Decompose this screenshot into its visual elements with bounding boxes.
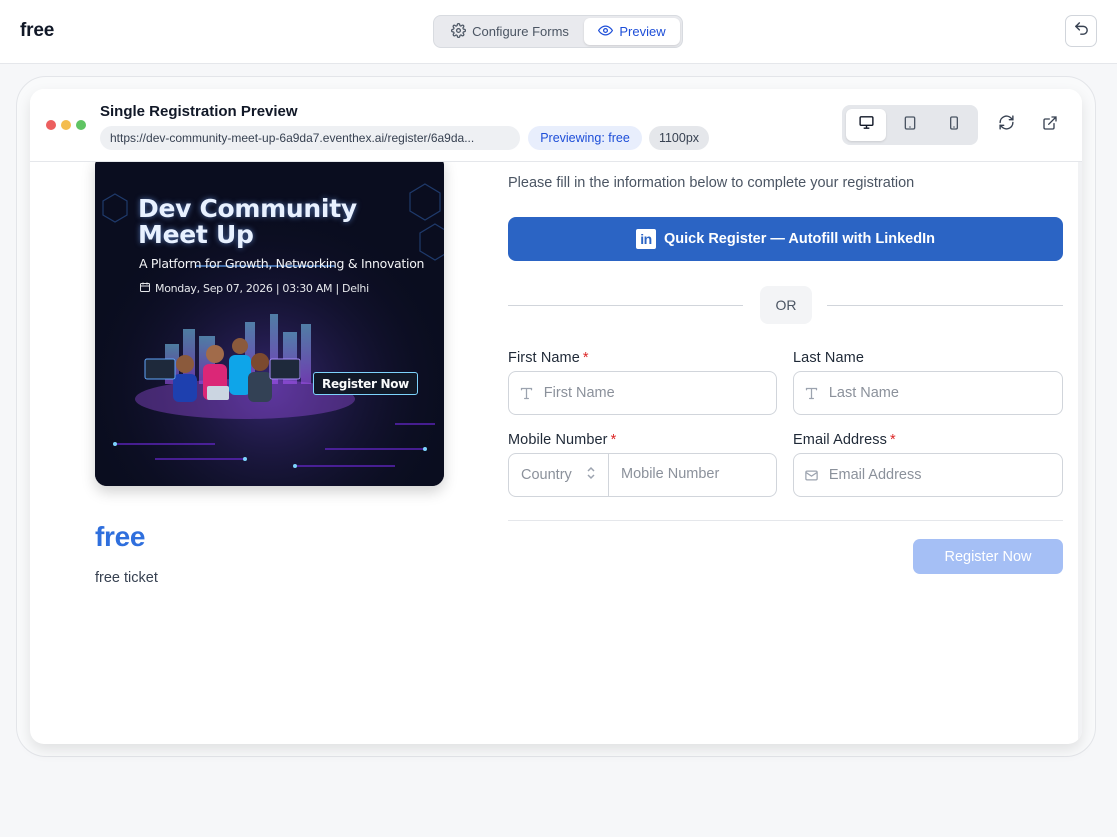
banner-title-line1: Dev Community bbox=[138, 194, 357, 223]
last-name-input[interactable] bbox=[828, 385, 1062, 401]
device-switcher bbox=[842, 105, 978, 145]
configure-forms-button[interactable]: Configure Forms bbox=[436, 18, 584, 45]
last-name-field[interactable] bbox=[793, 371, 1063, 415]
desktop-view-button[interactable] bbox=[846, 109, 886, 141]
url-bar[interactable]: https://dev-community-meet-up-6a9da7.eve… bbox=[100, 126, 520, 150]
mobile-view-button[interactable] bbox=[934, 109, 974, 141]
preview-title: Single Registration Preview bbox=[100, 103, 298, 120]
configure-forms-label: Configure Forms bbox=[472, 24, 569, 39]
banner-register-badge: Register Now bbox=[313, 372, 418, 395]
ticket-description: free ticket bbox=[95, 570, 158, 586]
mode-toggle: Configure Forms Preview bbox=[433, 15, 683, 48]
form-footer-divider bbox=[508, 520, 1063, 521]
linkedin-button-label: Quick Register — Autofill with LinkedIn bbox=[664, 231, 935, 247]
undo-button[interactable] bbox=[1065, 15, 1097, 47]
mobile-number-input[interactable] bbox=[621, 466, 771, 482]
event-banner-image: Dev Community Meet Up A Platform for Gro… bbox=[95, 162, 444, 486]
first-name-field[interactable] bbox=[508, 371, 777, 415]
browser-toolbar: Single Registration Preview https://dev-… bbox=[30, 89, 1082, 162]
required-marker: * bbox=[610, 432, 617, 448]
refresh-icon bbox=[998, 114, 1015, 136]
email-address-label-text: Email Address bbox=[793, 432, 887, 448]
or-divider-right bbox=[827, 305, 1063, 306]
first-name-label: First Name * bbox=[508, 350, 589, 366]
banner-subtitle: A Platform for Growth, Networking & Inno… bbox=[139, 256, 425, 271]
open-external-button[interactable] bbox=[1036, 111, 1064, 139]
text-type-icon bbox=[509, 386, 544, 401]
window-dots bbox=[46, 120, 86, 130]
undo-icon bbox=[1073, 20, 1090, 42]
country-select[interactable]: Country bbox=[509, 454, 609, 496]
email-address-label: Email Address * bbox=[793, 432, 896, 448]
linkedin-autofill-button[interactable]: in Quick Register — Autofill with Linked… bbox=[508, 217, 1063, 261]
mobile-number-field: Country bbox=[508, 453, 777, 497]
email-address-input[interactable] bbox=[828, 467, 1062, 483]
gear-icon bbox=[451, 22, 467, 41]
required-marker: * bbox=[889, 432, 896, 448]
window-dot-yellow bbox=[61, 120, 71, 130]
browser-window: Single Registration Preview https://dev-… bbox=[30, 89, 1082, 744]
tablet-icon bbox=[902, 115, 918, 136]
refresh-button[interactable] bbox=[992, 111, 1020, 139]
app-title: free bbox=[20, 20, 55, 41]
banner-date-text: Monday, Sep 07, 2026 | 03:30 AM | Delhi bbox=[155, 282, 369, 295]
linkedin-icon: in bbox=[636, 229, 657, 249]
banner-date: Monday, Sep 07, 2026 | 03:30 AM | Delhi bbox=[139, 281, 369, 296]
or-divider-label: OR bbox=[760, 286, 812, 324]
text-type-icon bbox=[794, 386, 829, 401]
tablet-view-button[interactable] bbox=[890, 109, 930, 141]
country-select-placeholder: Country bbox=[521, 467, 572, 483]
chevron-up-down-icon bbox=[586, 466, 596, 484]
register-now-button[interactable]: Register Now bbox=[913, 539, 1063, 574]
mobile-number-label: Mobile Number * bbox=[508, 432, 616, 448]
mobile-icon bbox=[946, 115, 962, 136]
first-name-input[interactable] bbox=[543, 385, 776, 401]
scrollbar[interactable] bbox=[1078, 162, 1082, 744]
banner-title-line2: Meet Up bbox=[138, 220, 254, 249]
window-dot-red bbox=[46, 120, 56, 130]
registration-page: Dev Community Meet Up A Platform for Gro… bbox=[30, 162, 1078, 744]
form-intro-text: Please fill in the information below to … bbox=[508, 175, 915, 191]
mail-icon bbox=[794, 468, 829, 483]
required-marker: * bbox=[582, 350, 589, 366]
or-divider-left bbox=[508, 305, 743, 306]
calendar-icon bbox=[139, 281, 151, 296]
email-address-field[interactable] bbox=[793, 453, 1063, 497]
top-app-bar: free Configure Forms Preview bbox=[0, 0, 1117, 64]
first-name-label-text: First Name bbox=[508, 350, 580, 366]
mobile-number-label-text: Mobile Number bbox=[508, 432, 608, 448]
width-badge: 1100px bbox=[649, 126, 709, 150]
last-name-label: Last Name bbox=[793, 350, 865, 366]
external-link-icon bbox=[1042, 115, 1058, 136]
ticket-name: free bbox=[95, 521, 146, 552]
eye-icon bbox=[598, 23, 614, 41]
desktop-icon bbox=[858, 114, 875, 136]
window-dot-green bbox=[76, 120, 86, 130]
preview-button[interactable]: Preview bbox=[584, 18, 680, 45]
banner-title: Dev Community Meet Up bbox=[138, 196, 357, 248]
preview-label: Preview bbox=[619, 24, 666, 39]
previewing-badge: Previewing: free bbox=[528, 126, 642, 150]
